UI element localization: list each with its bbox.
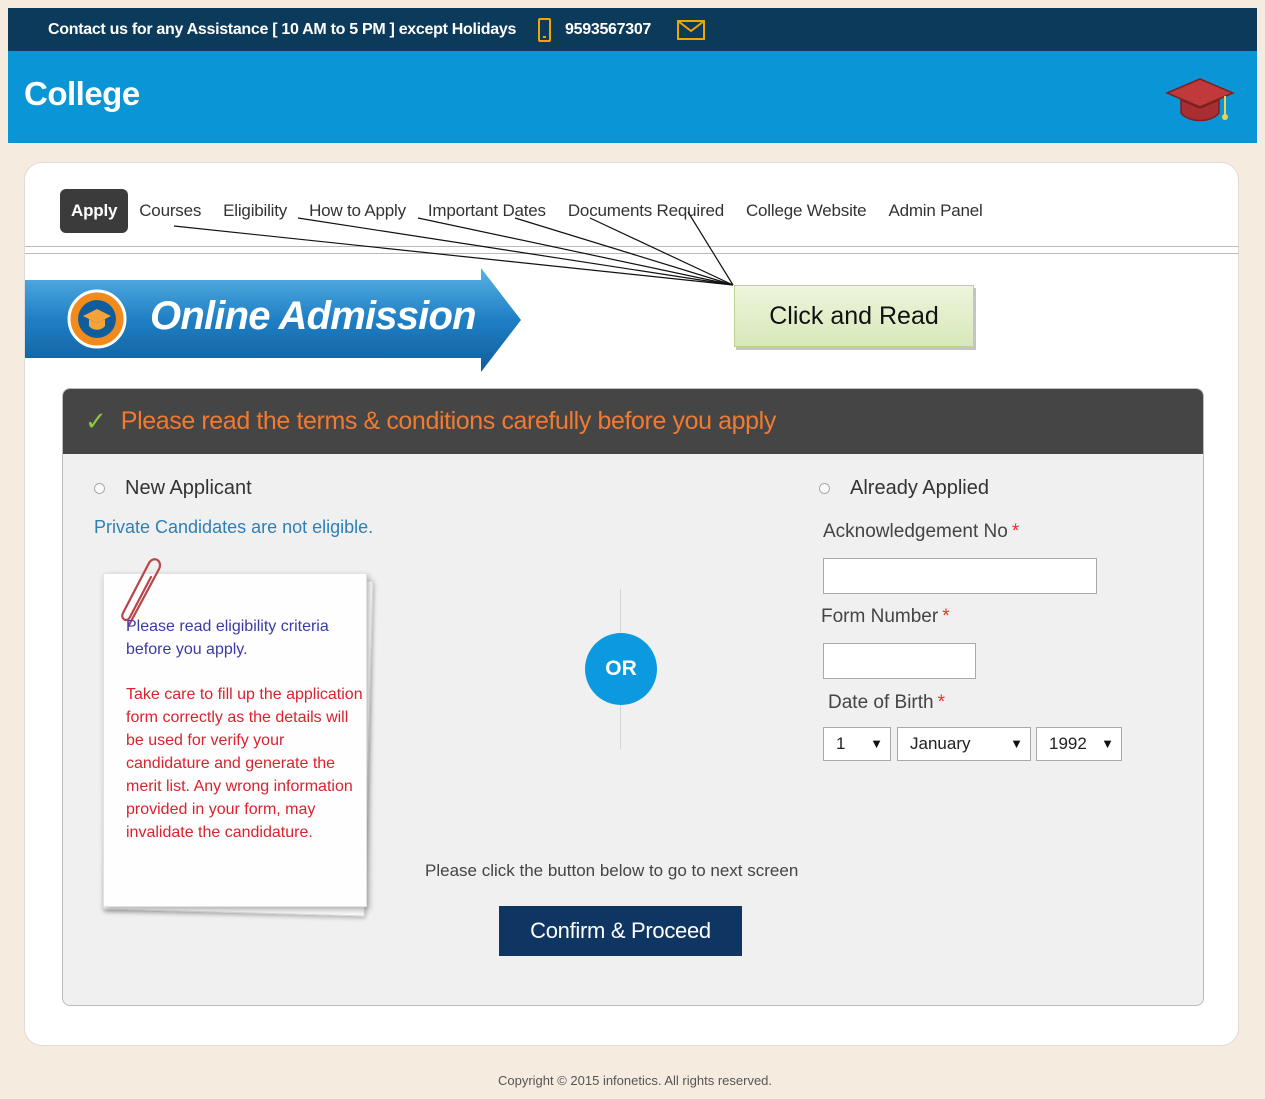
- new-applicant-radio[interactable]: [94, 483, 105, 494]
- main-nav: Apply Courses Eligibility How to Apply I…: [60, 187, 994, 235]
- online-admission-banner: Online Admission: [25, 268, 525, 372]
- dob-label-text: Date of Birth: [828, 692, 934, 713]
- already-applied-option[interactable]: Already Applied: [819, 477, 989, 500]
- new-applicant-label[interactable]: New Applicant: [125, 477, 252, 500]
- panel-header: ✓ Please read the terms & conditions car…: [63, 389, 1203, 454]
- nav-item-apply[interactable]: Apply: [60, 189, 129, 233]
- nav-item-documents-required[interactable]: Documents Required: [557, 189, 735, 233]
- chevron-down-icon: ▼: [1101, 736, 1114, 751]
- chevron-down-icon: ▼: [1010, 736, 1023, 751]
- dob-year-select[interactable]: 1992 ▼: [1036, 727, 1122, 761]
- required-mark: *: [1011, 521, 1020, 542]
- acknowledgement-label-text: Acknowledgement No: [823, 521, 1008, 542]
- nav-divider: [25, 246, 1239, 254]
- acknowledgement-label: Acknowledgement No *: [823, 521, 1019, 543]
- form-number-input[interactable]: [823, 643, 976, 679]
- proceed-instruction: Please click the button below to go to n…: [425, 861, 799, 880]
- nav-item-eligibility[interactable]: Eligibility: [212, 189, 298, 233]
- eligibility-note: Please read eligibility criteria before …: [126, 618, 329, 658]
- contact-text: Contact us for any Assistance [ 10 AM to…: [48, 20, 517, 38]
- nav-item-courses[interactable]: Courses: [128, 189, 212, 233]
- notice-paper: Please read eligibility criteria before …: [99, 558, 375, 929]
- dob-day-value: 1: [836, 734, 846, 753]
- copyright-footer: Copyright © 2015 infonetics. All rights …: [497, 1073, 773, 1088]
- nav-item-college-website[interactable]: College Website: [735, 189, 877, 233]
- site-header: College: [8, 51, 1257, 143]
- form-care-note: Take care to fill up the application for…: [126, 686, 363, 841]
- dob-month-value: January: [910, 734, 971, 753]
- dob-month-select[interactable]: January ▼: [897, 727, 1031, 761]
- or-badge: OR: [585, 633, 657, 705]
- mobile-phone-icon: [538, 17, 552, 42]
- nav-item-admin-panel[interactable]: Admin Panel: [877, 189, 993, 233]
- already-applied-label[interactable]: Already Applied: [850, 477, 989, 500]
- click-and-read-callout: Click and Read: [734, 285, 974, 347]
- banner-title: Online Admission: [150, 294, 477, 338]
- form-number-label: Form Number *: [821, 606, 950, 628]
- required-mark: *: [937, 692, 946, 713]
- already-applied-radio[interactable]: [819, 483, 830, 494]
- graduation-cap-icon: [1165, 73, 1235, 130]
- required-mark: *: [942, 606, 950, 627]
- form-number-label-text: Form Number: [821, 606, 939, 627]
- new-applicant-option[interactable]: New Applicant: [94, 477, 252, 500]
- envelope-icon[interactable]: [677, 19, 706, 40]
- checkmark-icon: ✓: [85, 406, 107, 436]
- dob-label: Date of Birth *: [828, 692, 945, 714]
- nav-item-how-to-apply[interactable]: How to Apply: [298, 189, 417, 233]
- terms-notice: Please read the terms & conditions caref…: [120, 407, 777, 435]
- dob-year-value: 1992: [1049, 734, 1087, 753]
- contact-phone: 9593567307: [565, 20, 652, 38]
- private-candidates-note: Private Candidates are not eligible.: [94, 517, 374, 537]
- dob-day-select[interactable]: 1 ▼: [823, 727, 891, 761]
- contact-bar: Contact us for any Assistance [ 10 AM to…: [8, 8, 1257, 51]
- confirm-proceed-button[interactable]: Confirm & Proceed: [499, 906, 742, 956]
- application-panel: ✓ Please read the terms & conditions car…: [62, 388, 1204, 1006]
- brand-title[interactable]: College: [24, 75, 140, 113]
- chevron-down-icon: ▼: [870, 736, 883, 751]
- acknowledgement-input[interactable]: [823, 558, 1097, 594]
- nav-item-important-dates[interactable]: Important Dates: [417, 189, 557, 233]
